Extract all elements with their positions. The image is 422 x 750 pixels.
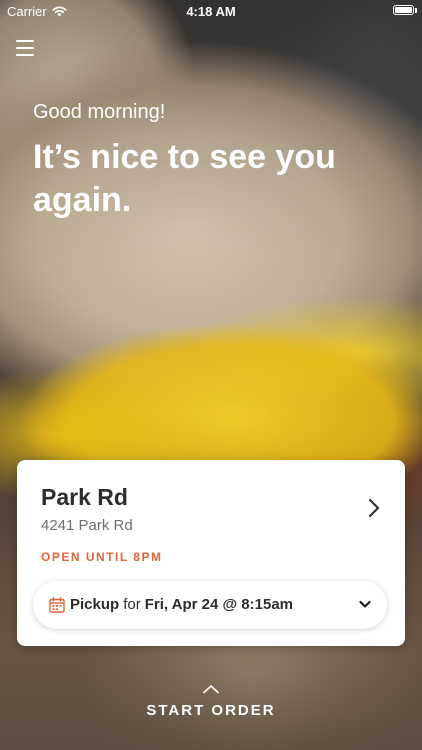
home-screen: Carrier 4:18 AM Good morning! It’s nice … [0,0,422,750]
greeting-text: Good morning! [33,101,166,123]
store-name[interactable]: Park Rd [41,484,128,511]
menu-icon[interactable] [16,40,34,56]
headline-text: It’s nice to see you again. [33,138,336,219]
chevron-up-icon [203,685,219,694]
order-time: Fri, Apr 24 @ 8:15am [144,596,293,613]
status-time: 4:18 AM [186,4,236,19]
chevron-down-icon [359,600,371,608]
chevron-right-icon[interactable] [367,498,381,518]
order-mode: Pickup [70,596,120,613]
start-order-label: START ORDER [146,702,276,719]
order-time-label: Pickup for Fri, Apr 24 @ 8:15am [70,596,293,613]
order-time-selector[interactable]: Pickup for Fri, Apr 24 @ 8:15am [33,581,387,629]
start-order-button[interactable]: START ORDER [0,684,422,728]
status-bar: Carrier 4:18 AM [0,0,422,22]
battery-icon [393,5,414,15]
store-card: Park Rd 4241 Park Rd OPEN UNTIL 8PM Pick… [17,460,405,646]
order-connector: for [123,596,141,613]
calendar-icon [49,597,65,613]
store-address: 4241 Park Rd [41,517,133,534]
store-hours: OPEN UNTIL 8PM [41,550,163,564]
